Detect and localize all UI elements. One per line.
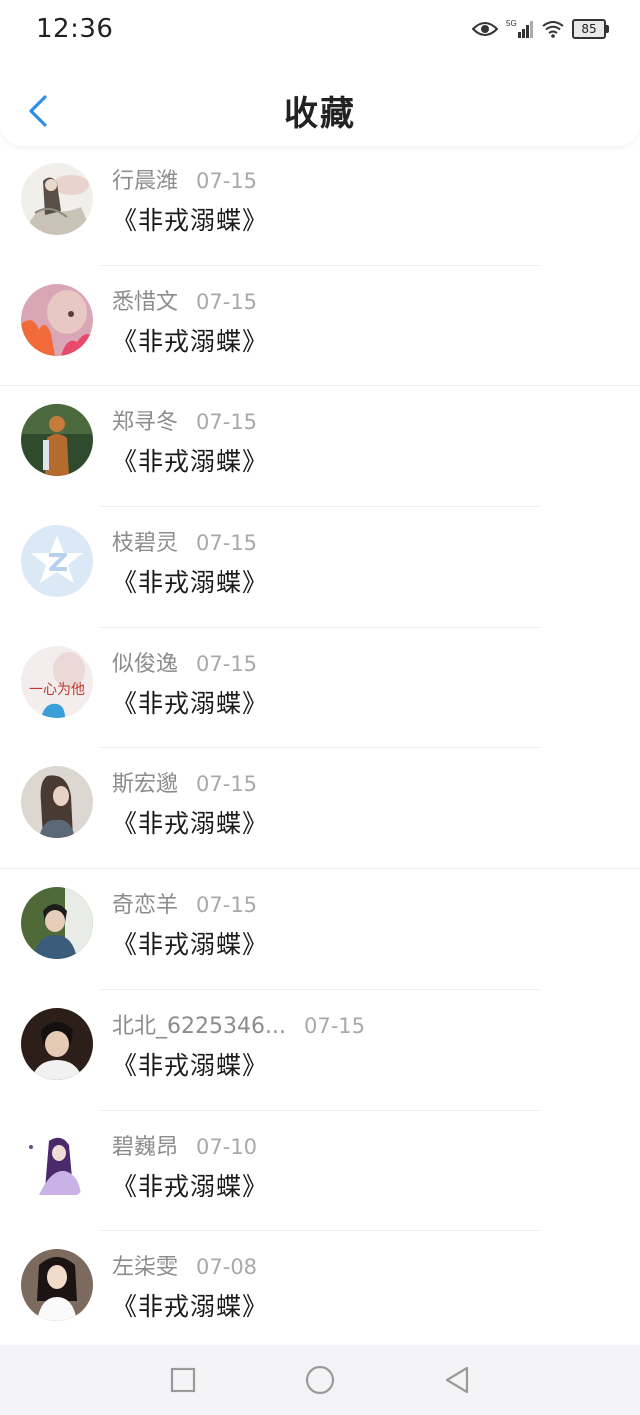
date: 07-15 [196,410,258,435]
avatar[interactable] [21,1007,93,1080]
book-title: 《非戎溺蝶》 [112,1050,269,1080]
list-item[interactable]: 枝碧灵 07-15 《非戎溺蝶》 [0,507,640,628]
name-row: 悉惜文 07-15 [112,284,257,316]
user-name: 奇恋羊 [112,893,179,919]
name-row: 斯宏邈 07-15 [112,766,257,798]
user-name: 悉惜文 [112,289,179,315]
date: 07-08 [196,1255,258,1280]
date: 07-15 [196,772,258,797]
user-name: 郑寻冬 [112,410,179,436]
user-name: 行晨潍 [112,169,179,194]
list-item[interactable]: 一心为他 似俊逸 07-15 《非戎溺蝶》 [0,628,640,749]
user-name: 碧巍昂 [112,1134,179,1160]
wifi-icon [542,21,564,38]
avatar[interactable] [21,283,93,356]
user-name: 似俊逸 [112,651,179,677]
user-name: 左柒雯 [112,1255,179,1281]
list-item[interactable]: 郑寻冬 07-15 《非戎溺蝶》 [0,386,640,508]
list-item[interactable]: 斯宏邈 07-15 《非戎溺蝶》 [0,748,640,870]
list-item[interactable]: 北北_6225346... 07-15 《非戎溺蝶》 [0,990,640,1111]
list-item[interactable]: 行晨潍 07-15 《非戎溺蝶》 [0,145,640,266]
avatar[interactable] [21,766,93,839]
status-icons: 5G 85 [472,18,609,40]
favorites-list: 行晨潍 07-15 《非戎溺蝶》 悉惜文 07-15 《非戎溺蝶》 郑寻冬 07… [0,145,640,1352]
eye-icon [472,22,498,36]
avatar[interactable] [21,1249,93,1322]
recent-apps-button[interactable] [167,1364,199,1396]
header: 12:36 5G 85 收藏 [0,0,640,146]
avatar[interactable] [21,525,93,598]
user-name: 枝碧灵 [112,531,179,557]
screen: 12:36 5G 85 收藏 行晨潍 07-15 《非戎溺蝶》 悉惜文 07-1… [0,0,640,1415]
name-row: 似俊逸 07-15 [112,646,257,678]
avatar-text: 一心为他 [29,682,85,698]
signal-icon: 5G [506,19,533,38]
system-back-button[interactable] [441,1364,473,1396]
battery-icon: 85 [572,19,609,39]
name-row: 奇恋羊 07-15 [112,887,257,919]
name-row: 左柒雯 07-08 [112,1249,257,1281]
name-row: 郑寻冬 07-15 [112,404,257,436]
date: 07-15 [303,1013,365,1038]
book-title: 《非戎溺蝶》 [112,688,269,718]
back-icon [445,1366,469,1394]
avatar[interactable]: 一心为他 [21,645,93,718]
avatar[interactable] [21,404,93,477]
name-row: 北北_6225346... 07-15 [112,1008,365,1040]
list-item[interactable]: 奇恋羊 07-15 《非戎溺蝶》 [0,869,640,990]
book-title: 《非戎溺蝶》 [112,809,269,839]
book-title: 《非戎溺蝶》 [112,447,269,477]
user-name: 北北_6225346... [112,1013,286,1039]
list-item[interactable]: 左柒雯 07-08 《非戎溺蝶》 [0,1231,640,1352]
list-item[interactable]: 碧巍昂 07-10 《非戎溺蝶》 [0,1111,640,1232]
name-row: 行晨潍 07-15 [112,163,257,195]
book-title: 《非戎溺蝶》 [112,206,269,235]
date: 07-15 [196,289,258,314]
avatar[interactable] [21,887,93,960]
date: 07-15 [196,651,258,676]
date: 07-15 [196,169,258,193]
system-navbar [0,1345,640,1415]
page-title: 收藏 [284,94,356,134]
home-icon [305,1365,335,1395]
home-button[interactable] [304,1364,336,1396]
name-row: 枝碧灵 07-15 [112,525,257,557]
name-row: 碧巍昂 07-10 [112,1129,257,1161]
book-title: 《非戎溺蝶》 [112,326,269,356]
user-name: 斯宏邈 [112,772,179,798]
recent-apps-icon [170,1367,196,1393]
date: 07-15 [196,531,258,556]
book-title: 《非戎溺蝶》 [112,1292,269,1322]
date: 07-10 [196,1134,258,1159]
date: 07-15 [196,893,258,918]
book-title: 《非戎溺蝶》 [112,1171,269,1201]
avatar[interactable] [21,1128,93,1201]
network-label: 5G [506,19,517,28]
book-title: 《非戎溺蝶》 [112,930,269,960]
book-title: 《非戎溺蝶》 [112,568,269,598]
status-time: 12:36 [36,14,114,44]
avatar[interactable] [21,163,93,235]
list-item[interactable]: 悉惜文 07-15 《非戎溺蝶》 [0,266,640,387]
